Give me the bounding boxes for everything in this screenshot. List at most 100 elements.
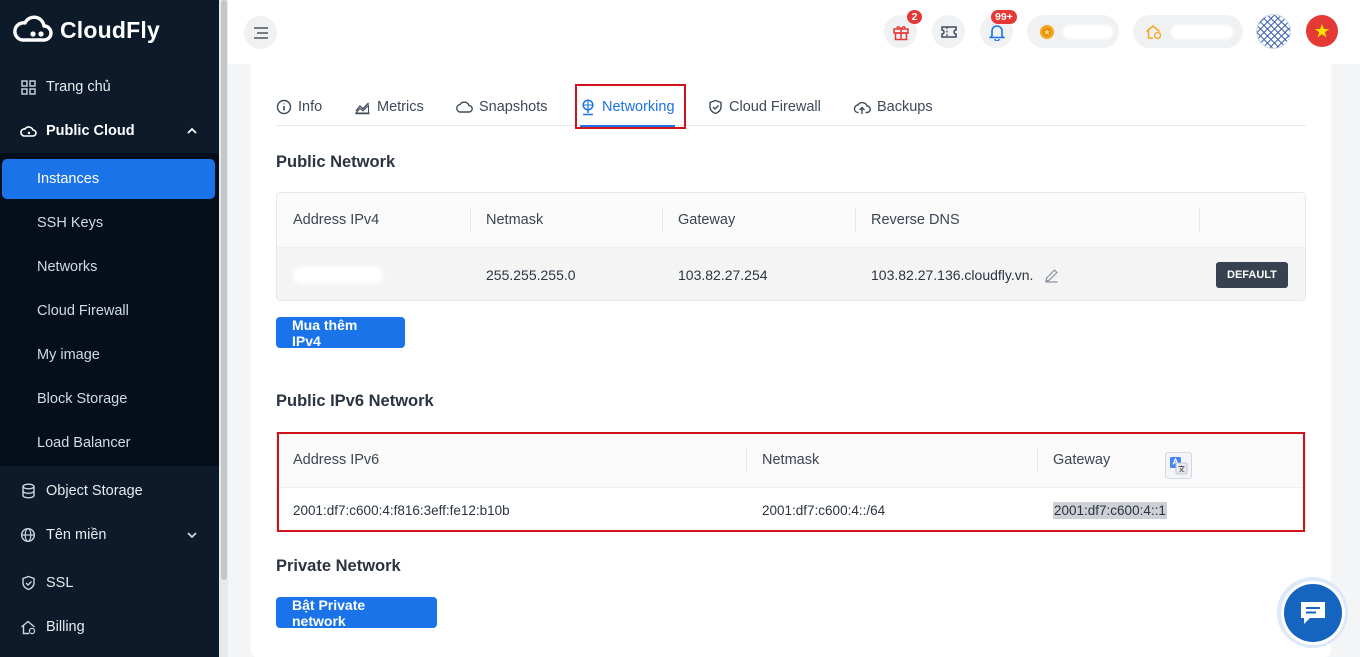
top-header: 2 99+ [228, 0, 1360, 64]
chat-icon [1300, 601, 1325, 624]
ticket-icon [940, 25, 957, 38]
hamburger-icon [253, 26, 268, 39]
tab-label: Backups [877, 99, 933, 115]
logo[interactable]: CloudFly [12, 14, 160, 46]
redacted-balance [1063, 24, 1113, 39]
chat-button-inner [1283, 583, 1342, 642]
sidebar-subitem-label: SSH Keys [37, 215, 104, 231]
tab-snapshots[interactable]: Snapshots [455, 88, 548, 126]
sidebar-item-home[interactable]: Trang chủ [0, 67, 219, 107]
sidebar-subitem-instances[interactable]: Instances [2, 159, 215, 199]
highlight-box-networking-tab [575, 84, 686, 129]
cloud-icon [19, 122, 37, 140]
points-balance[interactable] [1027, 15, 1119, 48]
column-header: Netmask [486, 212, 544, 228]
redacted-balance [1171, 24, 1233, 39]
gateway-cell: 103.82.27.254 [678, 267, 768, 283]
column-header: Address IPv4 [293, 212, 380, 228]
enable-private-network-button[interactable]: Bật Private network [276, 597, 437, 629]
sidebar-subitem-label: Block Storage [37, 391, 128, 407]
default-tag: DEFAULT [1216, 262, 1288, 288]
sidebar-item-label: Tên miền [46, 527, 107, 543]
sidebar-subitem-label: Networks [37, 259, 98, 275]
cloud-logo-icon [13, 15, 53, 42]
sidebar-item-public-cloud[interactable]: Public Cloud [0, 111, 219, 151]
star-icon [1314, 24, 1330, 38]
info-icon [276, 99, 292, 115]
gift-icon [892, 25, 909, 40]
sidebar-item-label: Billing [46, 619, 85, 635]
tab-label: Info [298, 99, 323, 115]
menu-toggle-button[interactable] [244, 16, 277, 49]
reverse-dns-cell: 103.82.27.136.cloudfly.vn. [855, 248, 1059, 300]
column-header: Reverse DNS [871, 212, 960, 228]
public-network-title: Public Network [276, 153, 396, 171]
sidebar-item-ssl[interactable]: SSL [0, 563, 219, 603]
globe-icon [19, 526, 37, 544]
sidebar-subitem-label: Instances [37, 171, 100, 187]
chevron-down-icon [187, 532, 197, 539]
buy-more-ipv4-button[interactable]: Mua thêm IPv4 [276, 317, 405, 349]
tab-label: Metrics [377, 99, 424, 115]
ipv4-address-cell [277, 248, 383, 300]
account-balance[interactable] [1133, 15, 1243, 48]
shield-icon [19, 574, 37, 592]
table-row: 255.255.255.0 103.82.27.254 103.82.27.13… [277, 248, 1305, 300]
tab-backups[interactable]: Backups [853, 88, 933, 126]
sidebar-subitem-cloud-firewall[interactable]: Cloud Firewall [0, 291, 219, 331]
sidebar-subitem-label: My image [37, 347, 100, 363]
notification-badge: 99+ [991, 10, 1017, 24]
public-network-table: Address IPv4 Netmask Gateway Reverse DNS… [276, 192, 1306, 301]
public-ipv6-network-title: Public IPv6 Network [276, 392, 434, 410]
tab-label: Cloud Firewall [729, 99, 821, 115]
app-name: CloudFly [60, 16, 160, 43]
chart-icon [354, 102, 370, 114]
sidebar-subitem-networks[interactable]: Networks [0, 247, 219, 287]
ticket-button[interactable] [932, 15, 965, 48]
netmask-cell: 255.255.255.0 [486, 267, 576, 283]
redacted-ipv4 [293, 266, 383, 284]
sidebar-item-label: SSL [46, 575, 74, 591]
sidebar-scrollbar-thumb[interactable] [221, 0, 227, 580]
sidebar-item-billing[interactable]: Billing [0, 607, 219, 647]
edit-pencil-icon[interactable] [1044, 268, 1059, 283]
sidebar-subitem-block-storage[interactable]: Block Storage [0, 379, 219, 419]
sidebar-subitem-my-image[interactable]: My image [0, 335, 219, 375]
cloud-upload-icon [853, 101, 871, 114]
sidebar-item-object-storage[interactable]: Object Storage [0, 471, 219, 511]
gift-badge: 2 [907, 10, 922, 24]
instance-detail-card [251, 64, 1331, 657]
sidebar-subitem-ssh-keys[interactable]: SSH Keys [0, 203, 219, 243]
billing-icon [19, 618, 37, 636]
column-header: Gateway [678, 212, 736, 228]
sidebar: CloudFly Trang chủ Public Cloud Instance… [0, 0, 219, 657]
coin-icon [1040, 24, 1054, 39]
table-header-row: Address IPv4 Netmask Gateway Reverse DNS [277, 193, 1305, 248]
grid-icon [19, 78, 37, 96]
cloud-icon [456, 101, 473, 113]
tab-label: Snapshots [479, 99, 548, 115]
sidebar-item-label: Object Storage [46, 483, 143, 499]
user-avatar[interactable] [1256, 14, 1291, 49]
reverse-dns-value: 103.82.27.136.cloudfly.vn. [871, 267, 1034, 283]
sidebar-item-label: Public Cloud [46, 123, 135, 139]
database-icon [19, 482, 37, 500]
sidebar-item-label: Trang chủ [46, 79, 111, 95]
chevron-up-icon [187, 127, 197, 134]
support-chat-button[interactable] [1277, 577, 1348, 648]
shield-icon [709, 99, 722, 115]
tab-cloud-firewall[interactable]: Cloud Firewall [708, 88, 821, 126]
highlight-box-ipv6-table [277, 432, 1305, 532]
language-flag-vn[interactable] [1306, 15, 1338, 47]
avatar-pattern-icon [1257, 15, 1290, 48]
bell-icon [988, 24, 1005, 41]
tab-info[interactable]: Info [276, 88, 322, 126]
sidebar-subitem-label: Cloud Firewall [37, 303, 129, 319]
sidebar-subitem-load-balancer[interactable]: Load Balancer [0, 423, 219, 463]
wallet-icon [1146, 24, 1162, 39]
sidebar-item-domains[interactable]: Tên miền [0, 515, 219, 555]
private-network-title: Private Network [276, 557, 401, 575]
sidebar-subitem-label: Load Balancer [37, 435, 131, 451]
column-divider [1199, 207, 1200, 233]
tab-metrics[interactable]: Metrics [354, 88, 424, 126]
